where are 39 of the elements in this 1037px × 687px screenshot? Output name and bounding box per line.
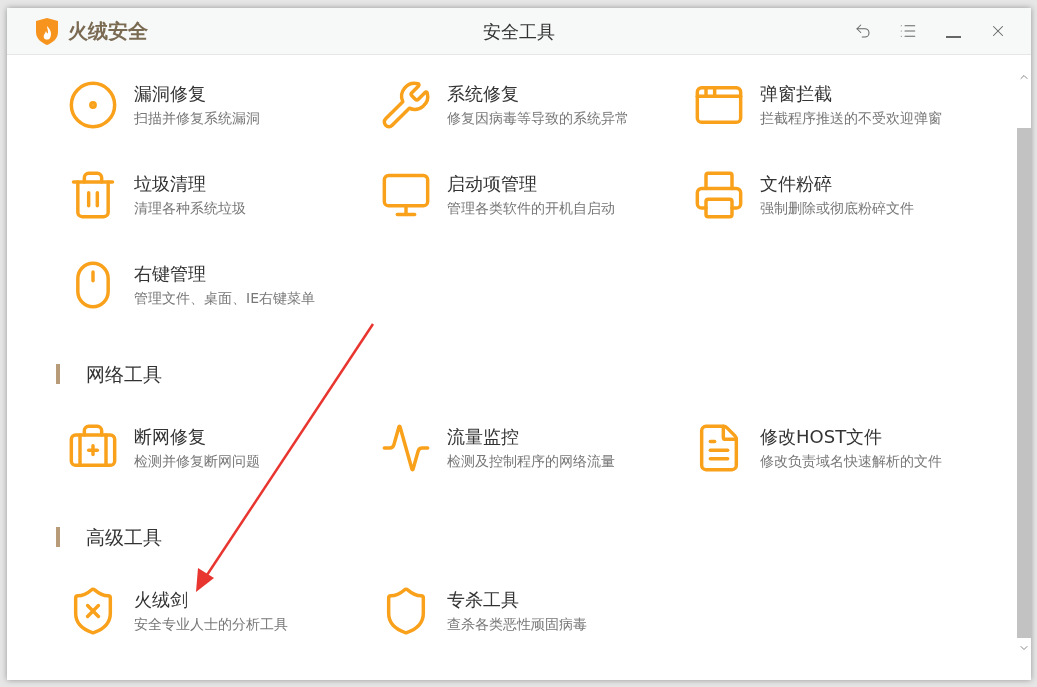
- flame-shield-logo-icon: [35, 17, 59, 45]
- brand-name: 火绒安全: [68, 18, 148, 45]
- scrollbar-thumb[interactable]: [1017, 128, 1031, 638]
- wrench-icon: [380, 79, 432, 131]
- section-title: 高级工具: [86, 526, 162, 548]
- tool-description: 修改负责域名快速解析的文件: [760, 452, 942, 471]
- tool-description: 拦截程序推送的不受欢迎弹窗: [760, 109, 942, 128]
- tool-description: 检测并修复断网问题: [134, 452, 260, 471]
- tool-name[interactable]: 垃圾清理: [134, 172, 246, 196]
- section-title: 网络工具: [86, 363, 162, 385]
- tool-description: 管理文件、桌面、IE右键菜单: [134, 289, 315, 308]
- section-marker: [56, 364, 60, 384]
- tool-description: 检测及控制程序的网络流量: [447, 452, 615, 471]
- tool-name[interactable]: 修改HOST文件: [760, 425, 942, 449]
- tool-name[interactable]: 漏洞修复: [134, 82, 260, 106]
- section-marker: [56, 527, 60, 547]
- tool-description: 强制删除或彻底粉碎文件: [760, 199, 914, 218]
- tool-name[interactable]: 启动项管理: [447, 172, 615, 196]
- pulse-icon: [380, 422, 432, 474]
- tool-description: 清理各种系统垃圾: [134, 199, 246, 218]
- tool-name[interactable]: 右键管理: [134, 262, 315, 286]
- tool-name[interactable]: 弹窗拦截: [760, 82, 942, 106]
- menu-icon: [899, 22, 917, 40]
- undo-icon: [854, 22, 872, 40]
- menu-button[interactable]: [899, 22, 917, 40]
- tool-description: 扫描并修复系统漏洞: [134, 109, 260, 128]
- window-title: 安全工具: [483, 19, 555, 44]
- tool-description: 管理各类软件的开机自启动: [447, 199, 615, 218]
- tool-name[interactable]: 文件粉碎: [760, 172, 914, 196]
- tool-description: 安全专业人士的分析工具: [134, 615, 288, 634]
- tool-description: 查杀各类恶性顽固病毒: [447, 615, 587, 634]
- back-button[interactable]: [854, 22, 872, 40]
- tool-name[interactable]: 系统修复: [447, 82, 629, 106]
- tool-name[interactable]: 火绒剑: [134, 588, 288, 612]
- tool-name[interactable]: 流量监控: [447, 425, 615, 449]
- tool-name[interactable]: 专杀工具: [447, 588, 587, 612]
- tool-name[interactable]: 断网修复: [134, 425, 260, 449]
- minimize-icon: [945, 36, 961, 38]
- tool-description: 修复因病毒等导致的系统异常: [447, 109, 629, 128]
